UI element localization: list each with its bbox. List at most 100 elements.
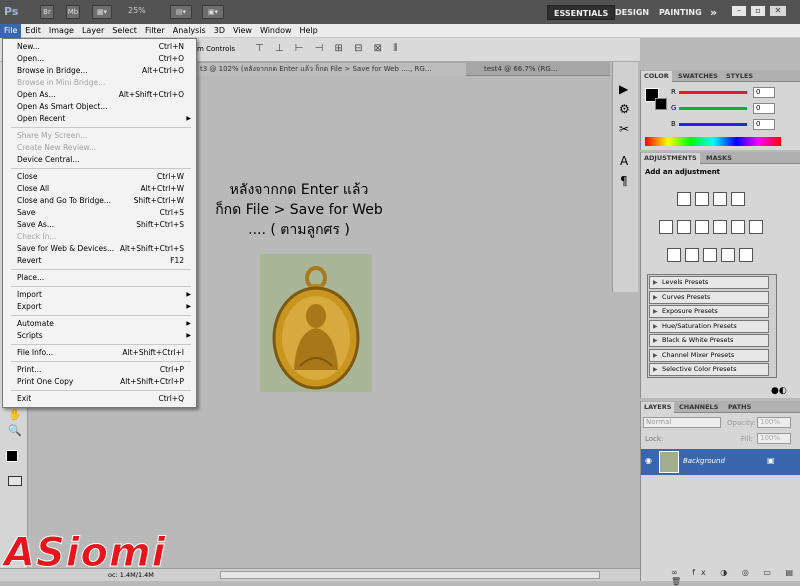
blue-value-input[interactable]: 0 — [753, 119, 775, 130]
menu-item-open-recent[interactable]: Open Recent ▶ — [3, 113, 196, 125]
menu-item-automate[interactable]: Automate ▶ — [3, 318, 196, 330]
tab-color[interactable]: COLOR — [641, 71, 672, 82]
menu-item-close[interactable]: Close Ctrl+W — [3, 171, 196, 183]
hue-saturation-icon[interactable] — [677, 220, 691, 234]
blend-mode-select[interactable]: Normal — [643, 417, 721, 428]
menu-select[interactable]: Select — [108, 24, 141, 38]
red-slider[interactable] — [679, 91, 747, 94]
more-workspaces-button[interactable]: » — [704, 5, 723, 20]
menu-help[interactable]: Help — [296, 24, 322, 38]
tab-layers[interactable]: LAYERS — [641, 402, 675, 413]
blue-slider[interactable] — [679, 123, 747, 126]
color-spectrum-bar[interactable] — [645, 137, 781, 146]
character-icon[interactable]: A — [620, 154, 628, 168]
layer-row-background[interactable]: ◉ Background ▣ — [641, 449, 800, 475]
zoom-level[interactable]: 25% — [128, 6, 146, 15]
tab-document-test4[interactable]: test4 @ 66.7% (RG... — [480, 63, 604, 76]
tab-swatches[interactable]: SWATCHES — [675, 71, 721, 82]
photo-filter-icon[interactable] — [731, 220, 745, 234]
paragraph-icon[interactable]: ¶ — [620, 174, 628, 188]
fill-input[interactable]: 100% — [757, 433, 791, 444]
menu-item-exit[interactable]: Exit Ctrl+Q — [3, 393, 196, 405]
foreground-color-swatch[interactable] — [6, 450, 18, 462]
tab-document-t3[interactable]: t3 @ 102% (หลังจากกด Enter แล้ว ก็กด Fil… — [196, 63, 466, 76]
layers-footer-icons[interactable]: ∞ fx ◑ ◎ ▭ ▤ 🗑 — [671, 568, 800, 586]
adjustment-options-icon[interactable]: ●◐ — [771, 386, 787, 396]
menu-item-import[interactable]: Import ▶ — [3, 289, 196, 301]
menu-item-device-central[interactable]: Device Central... — [3, 154, 196, 166]
menu-item-revert[interactable]: Revert F12 — [3, 255, 196, 267]
preset-channel-mixer[interactable]: ▶ Channel Mixer Presets — [649, 349, 769, 362]
menu-item-place[interactable]: Place... — [3, 272, 196, 284]
history-icon[interactable]: ▶ — [619, 82, 628, 96]
minimize-button[interactable]: – — [731, 5, 747, 17]
layer-visibility-eye-icon[interactable]: ◉ — [645, 456, 652, 465]
channel-mixer-icon[interactable] — [749, 220, 763, 234]
menu-item-open[interactable]: Open... Ctrl+O — [3, 53, 196, 65]
menu-item-open-as-smart-object[interactable]: Open As Smart Object... — [3, 101, 196, 113]
horizontal-scrollbar[interactable] — [220, 571, 600, 579]
menu-image[interactable]: Image — [45, 24, 78, 38]
bridge-button[interactable]: Br — [40, 5, 54, 19]
menu-item-export[interactable]: Export ▶ — [3, 301, 196, 313]
arrange-documents-button[interactable]: ▤▾ — [170, 5, 192, 19]
preset-levels[interactable]: ▶ Levels Presets — [649, 276, 769, 289]
mini-bridge-button[interactable]: Mb — [66, 5, 80, 19]
hand-tool-icon[interactable]: ✋ — [8, 408, 22, 421]
actions-icon[interactable]: ⚙ — [619, 102, 630, 116]
menu-view[interactable]: View — [229, 24, 256, 38]
invert-icon[interactable] — [667, 248, 681, 262]
close-window-button[interactable]: ✕ — [769, 5, 787, 17]
preset-exposure[interactable]: ▶ Exposure Presets — [649, 305, 769, 318]
menu-window[interactable]: Window — [256, 24, 296, 38]
workspace-essentials[interactable]: ESSENTIALS — [547, 5, 616, 20]
menu-item-save[interactable]: Save Ctrl+S — [3, 207, 196, 219]
zoom-tool-icon[interactable]: 🔍 — [8, 424, 22, 437]
menu-item-new[interactable]: New... Ctrl+N — [3, 41, 196, 53]
threshold-icon[interactable] — [703, 248, 717, 262]
menu-3d[interactable]: 3D — [210, 24, 229, 38]
levels-icon[interactable] — [695, 192, 709, 206]
tool-presets-icon[interactable]: ✂ — [619, 122, 629, 136]
menu-item-print[interactable]: Print... Ctrl+P — [3, 364, 196, 376]
color-background-swatch[interactable] — [655, 98, 667, 110]
green-value-input[interactable]: 0 — [753, 103, 775, 114]
align-icons[interactable]: ⊤ ⊥ ⊢ ⊣ ⊞ ⊟ ⊠ ⫴ — [255, 43, 401, 54]
menu-layer[interactable]: Layer — [78, 24, 108, 38]
black-white-icon[interactable] — [713, 220, 727, 234]
menu-filter[interactable]: Filter — [141, 24, 169, 38]
menu-item-print-one-copy[interactable]: Print One Copy Alt+Shift+Ctrl+P — [3, 376, 196, 388]
menu-item-close-and-go-to-bridge[interactable]: Close and Go To Bridge... Shift+Ctrl+W — [3, 195, 196, 207]
tab-adjustments[interactable]: ADJUSTMENTS — [641, 153, 700, 164]
tab-styles[interactable]: STYLES — [723, 71, 756, 82]
curves-icon[interactable] — [713, 192, 727, 206]
view-extras-button[interactable]: ▦▾ — [92, 5, 112, 19]
menu-item-browse-in-bridge[interactable]: Browse in Bridge... Alt+Ctrl+O — [3, 65, 196, 77]
menu-item-file-info[interactable]: File Info... Alt+Shift+Ctrl+I — [3, 347, 196, 359]
color-balance-icon[interactable] — [695, 220, 709, 234]
restore-button[interactable]: ▫ — [750, 5, 766, 17]
preset-curves[interactable]: ▶ Curves Presets — [649, 291, 769, 304]
preset-hue-saturation[interactable]: ▶ Hue/Saturation Presets — [649, 320, 769, 333]
menu-item-save-as[interactable]: Save As... Shift+Ctrl+S — [3, 219, 196, 231]
exposure-icon[interactable] — [731, 192, 745, 206]
selective-color-icon[interactable] — [739, 248, 753, 262]
opacity-input[interactable]: 100% — [757, 417, 791, 428]
menu-item-save-for-web-devices[interactable]: Save for Web & Devices... Alt+Shift+Ctrl+… — [3, 243, 196, 255]
menu-item-close-all[interactable]: Close All Alt+Ctrl+W — [3, 183, 196, 195]
menu-item-scripts[interactable]: Scripts ▶ — [3, 330, 196, 342]
workspace-design[interactable]: DESIGN — [609, 5, 655, 20]
brightness-contrast-icon[interactable] — [677, 192, 691, 206]
menu-item-open-as[interactable]: Open As... Alt+Shift+Ctrl+O — [3, 89, 196, 101]
preset-selective-color[interactable]: ▶ Selective Color Presets — [649, 363, 769, 376]
red-value-input[interactable]: 0 — [753, 87, 775, 98]
tab-masks[interactable]: MASKS — [703, 153, 735, 164]
green-slider[interactable] — [679, 107, 747, 110]
vibrance-icon[interactable] — [659, 220, 673, 234]
tab-channels[interactable]: CHANNELS — [676, 402, 721, 413]
menu-edit[interactable]: Edit — [21, 24, 45, 38]
menu-analysis[interactable]: Analysis — [169, 24, 210, 38]
quick-mask-icon[interactable] — [8, 476, 22, 486]
menu-file[interactable]: File — [0, 24, 22, 38]
workspace-painting[interactable]: PAINTING — [653, 5, 708, 20]
